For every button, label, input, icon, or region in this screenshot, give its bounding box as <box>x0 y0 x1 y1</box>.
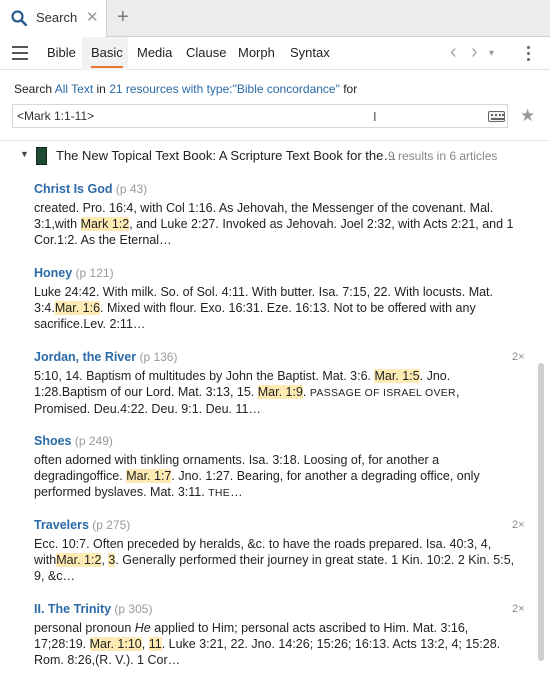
highlighted-reference[interactable]: Mar. 1:5 <box>374 369 420 383</box>
tab-basic[interactable]: Basic <box>91 45 123 68</box>
scope-resources-link[interactable]: 21 resources with type:"Bible concordanc… <box>109 82 340 96</box>
article-result[interactable]: Jordan, the River (p 136) 5:10, 14. Bapti… <box>34 349 518 417</box>
tab-title: Search <box>36 10 78 25</box>
match-count-badge: 2× <box>512 603 525 615</box>
tab-strip: Search ✕ + <box>0 0 550 37</box>
scope-text-link[interactable]: All Text <box>55 82 93 96</box>
search-query-text[interactable]: <Mark 1:1-11> <box>17 109 94 123</box>
search-icon <box>11 10 27 26</box>
tab-clause[interactable]: Clause <box>186 45 226 60</box>
article-result[interactable]: Honey (p 121) Luke 24:42. With milk. So. … <box>34 265 518 332</box>
small-caps-text: THE <box>208 487 231 499</box>
scope-suffix: for <box>343 82 358 96</box>
highlighted-reference[interactable]: 3 <box>108 553 116 567</box>
highlighted-reference[interactable]: 11 <box>148 637 162 651</box>
book-cover-icon <box>36 147 47 165</box>
article-snippet: created. Pro. 16:4, with Col 1:16. As Je… <box>34 201 514 247</box>
forward-arrow-icon[interactable]: › <box>471 41 478 64</box>
article-page: (p 275) <box>88 518 131 532</box>
small-caps-text: PASSAGE OF ISRAEL OVER <box>309 387 456 399</box>
highlighted-reference[interactable]: Mar. 1:2 <box>56 553 102 567</box>
hamburger-menu-icon[interactable] <box>12 46 28 60</box>
article-title[interactable]: Christ Is God <box>34 182 112 196</box>
article-page: (p 305) <box>111 602 153 616</box>
star-icon[interactable]: ★ <box>520 106 535 126</box>
article-snippet: personal pronoun He applied to Him; pers… <box>34 621 501 667</box>
new-tab-button[interactable]: + <box>117 6 129 29</box>
tab-search[interactable]: Search ✕ <box>0 0 107 37</box>
highlighted-reference[interactable]: Mar. 1:9 <box>257 385 303 399</box>
history-dropdown-icon[interactable]: ▾ <box>489 48 494 59</box>
highlighted-reference[interactable]: Mar. 1:10 <box>89 637 142 651</box>
search-scope: Search All Text in 21 resources with typ… <box>14 82 357 96</box>
article-title[interactable]: II. The Trinity <box>34 602 111 616</box>
search-input[interactable]: <Mark 1:1-11> I <box>12 104 508 128</box>
more-options-icon[interactable] <box>527 46 531 62</box>
tab-media[interactable]: Media <box>137 45 172 60</box>
highlighted-reference[interactable]: Mar. 1:7 <box>126 469 172 483</box>
italic-text: He <box>134 621 151 635</box>
search-toolbar: Bible Basic Media Clause Morph Syntax ‹ … <box>0 37 550 70</box>
article-snippet: often adorned with tinkling ornaments. I… <box>34 453 480 499</box>
match-count-badge: 2× <box>512 519 525 531</box>
collapse-caret-icon[interactable]: ▼ <box>20 149 29 159</box>
article-title[interactable]: Travelers <box>34 518 89 532</box>
article-page: (p 121) <box>72 266 114 280</box>
article-snippet: 5:10, 14. Baptism of multitudes by John … <box>34 369 460 416</box>
scope-prefix: Search <box>14 82 53 96</box>
highlighted-reference[interactable]: Mar. 1:6 <box>54 301 101 315</box>
match-count-badge: 2× <box>512 351 525 363</box>
book-result-header[interactable]: ▼ The New Topical Text Book: A Scripture… <box>0 141 550 171</box>
highlighted-reference[interactable]: Mark 1:2 <box>80 217 130 231</box>
article-result[interactable]: Shoes (p 249) often adorned with tinkling… <box>34 433 518 501</box>
article-snippet: Luke 24:42. With milk. So. of Sol. 4:11.… <box>34 285 494 331</box>
scope-in: in <box>96 82 106 96</box>
article-result[interactable]: Christ Is God (p 43) created. Pro. 16:4, … <box>34 181 518 248</box>
article-page: (p 249) <box>71 434 113 448</box>
article-page: (p 136) <box>136 350 178 364</box>
book-title[interactable]: The New Topical Text Book: A Scripture T… <box>56 148 396 163</box>
article-result[interactable]: Travelers (p 275) Ecc. 10:7. Often preced… <box>34 517 518 584</box>
article-title[interactable]: Shoes <box>34 434 72 448</box>
article-result[interactable]: II. The Trinity (p 305) personal pronoun … <box>34 601 518 668</box>
article-snippet: Ecc. 10:7. Often preceded by heralds, &c… <box>34 537 515 583</box>
keyboard-icon[interactable] <box>488 111 505 122</box>
article-title[interactable]: Jordan, the River <box>34 350 136 364</box>
tab-syntax[interactable]: Syntax <box>290 45 330 60</box>
vertical-scrollbar[interactable] <box>538 363 544 661</box>
tab-bible[interactable]: Bible <box>47 45 76 60</box>
tab-morph[interactable]: Morph <box>238 45 275 60</box>
book-result-count: 9 results in 6 articles <box>388 149 498 163</box>
close-icon[interactable]: ✕ <box>86 8 99 26</box>
results-panel: ▼ The New Topical Text Book: A Scripture… <box>0 140 550 684</box>
back-arrow-icon[interactable]: ‹ <box>450 41 457 64</box>
article-page: (p 43) <box>112 182 148 196</box>
article-title[interactable]: Honey <box>34 266 72 280</box>
text-cursor: I <box>373 109 377 124</box>
